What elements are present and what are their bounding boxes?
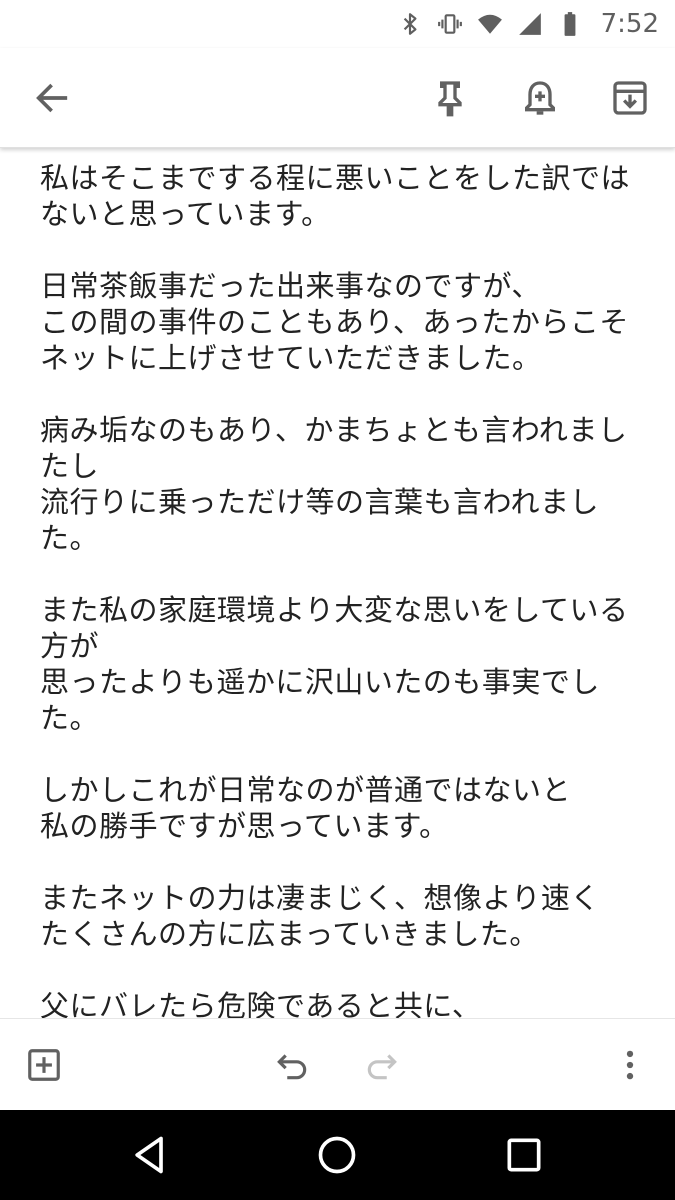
note-blank-line [40,736,650,772]
status-time: 7:52 [600,9,659,39]
note-line: 私はそこまでする程に悪いことをした訳では [40,161,631,195]
status-bar: 7:52 [0,0,675,48]
note-line: た。 [40,701,100,735]
redo-icon [367,1054,397,1080]
archive-button[interactable] [602,70,658,126]
note-line: ネットに上げさせていただきました。 [40,341,542,375]
note-line: またネットの力は凄まじく、想像より速く [40,881,600,915]
pin-icon [438,81,462,117]
more-options-button[interactable] [604,1039,656,1091]
system-nav-bar [0,1110,675,1200]
note-blank-line [40,952,650,988]
note-line: 思ったよりも遥かに沢山いたのも事実でし [40,665,600,699]
add-alert-icon [525,81,555,115]
note-app-toolbar [0,48,675,148]
note-body-text[interactable]: 私はそこまでする程に悪いことをした訳では ないと思っています。日常茶飯事だった出来… [40,160,650,1018]
nav-home-button[interactable] [307,1125,367,1185]
undo-button[interactable] [266,1039,318,1091]
redo-button[interactable] [356,1039,408,1091]
note-line: たし [40,449,100,483]
note-blank-line [40,844,650,880]
bluetooth-icon [403,13,417,35]
add-box-icon [28,1049,60,1081]
reminder-button[interactable] [512,70,568,126]
nav-recents-button[interactable] [494,1125,554,1185]
arrow-back-icon [36,83,68,113]
note-line: 日常茶飯事だった出来事なのですが、 [40,269,541,303]
undo-icon [277,1054,307,1080]
note-line: 病み垢なのもあり、かまちょとも言われまし [40,413,628,447]
more-vert-icon [626,1050,634,1080]
cell-signal-icon [518,13,541,35]
back-button[interactable] [24,70,80,126]
archive-icon [613,81,647,115]
nav-home-icon [318,1136,356,1174]
note-line: 流行りに乗っただけ等の言葉も言われまし [40,485,600,519]
nav-back-button[interactable] [120,1125,180,1185]
note-line: しかしこれが日常なのが普通ではないと [40,773,572,807]
note-line: また私の家庭環境より大変な思いをしている [40,593,629,627]
battery-icon [564,12,576,36]
note-line: 父にバレたら危険であると共に、 [40,989,482,1018]
note-line: 私の勝手ですが思っています。 [40,809,449,843]
note-line: た。 [40,521,100,555]
note-bottom-toolbar [0,1018,675,1110]
nav-recents-icon [507,1138,541,1172]
pin-button[interactable] [422,70,478,126]
add-content-button[interactable] [18,1039,70,1091]
note-blank-line [40,232,650,268]
note-line: この間の事件のこともあり、あったからこそ [40,305,629,339]
vibrate-icon [437,14,462,34]
note-line: ないと思っています。 [40,197,331,231]
screen: 7:52 私はそこまでする程に悪いことをした訳では ないと思っています。 日常茶… [0,0,675,1200]
wifi-icon [477,14,502,34]
nav-back-icon [135,1136,163,1174]
note-blank-line [40,556,650,592]
note-line: たくさんの方に広まっていきました。 [40,917,539,951]
note-blank-line [40,376,650,412]
note-line: 方が [40,629,100,663]
